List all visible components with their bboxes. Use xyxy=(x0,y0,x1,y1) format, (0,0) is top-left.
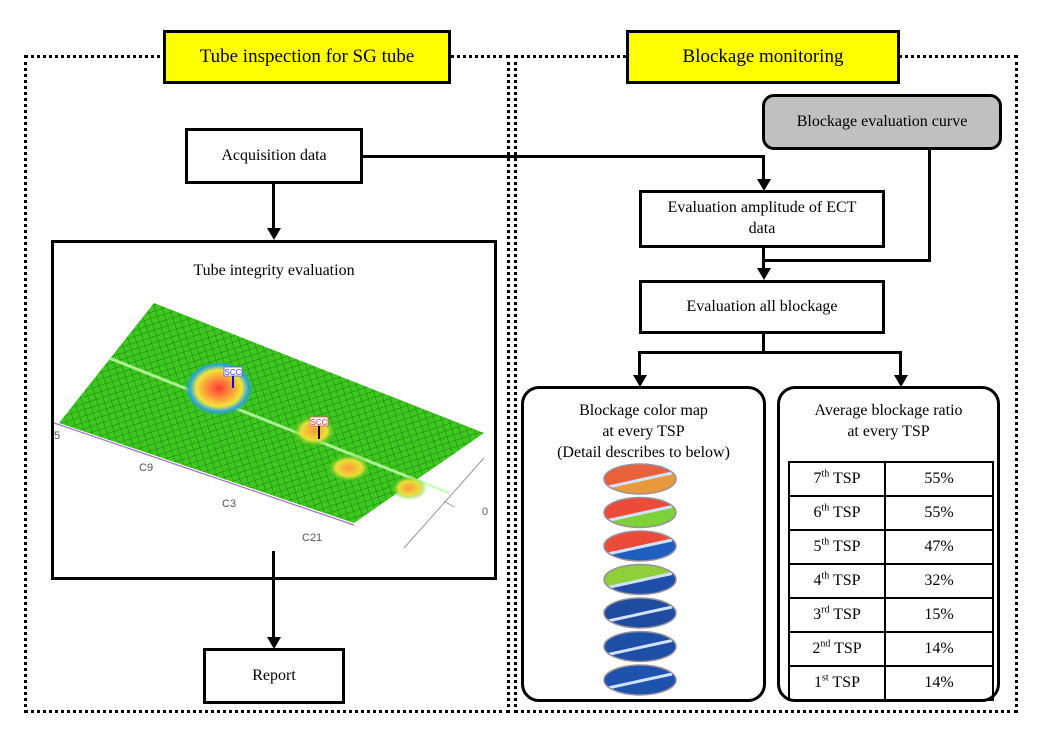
tsp-unit: TSP xyxy=(832,469,861,487)
tsp-ordinal-suffix: th xyxy=(821,536,830,548)
tsp-label: 3rd TSP xyxy=(788,597,886,633)
connector-split-horizontal xyxy=(638,351,902,354)
blockage-disc-6th xyxy=(603,496,677,529)
tsp-label: 4th TSP xyxy=(788,563,886,599)
acquisition-data-box: Acquisition data xyxy=(185,128,363,184)
ratio-table-row: 6th TSP 55% xyxy=(788,495,994,531)
tsp-ordinal-suffix: rd xyxy=(821,604,830,616)
ratio-table-row: 2nd TSP 14% xyxy=(788,631,994,667)
tsp-number: 3 xyxy=(813,605,822,623)
connector-curve-merge xyxy=(762,259,931,262)
arrow-head-icon xyxy=(757,268,771,280)
tsp-ordinal-suffix: th xyxy=(821,570,830,582)
ratio-table-row: 7th TSP 55% xyxy=(788,461,994,497)
integrity-box: Tube integrity evaluation SCC SCC 5 C9 C… xyxy=(51,240,497,580)
blockage-disc-stack xyxy=(603,463,677,696)
blockage-disc-7th xyxy=(603,463,677,495)
tsp-unit: TSP xyxy=(832,503,861,521)
connector-amplitude-all xyxy=(762,248,765,270)
connector-curve-down xyxy=(928,150,931,262)
acquisition-data-label: Acquisition data xyxy=(221,146,327,164)
color-map-title-line: (Detail describes to below) xyxy=(557,443,730,461)
blockage-disc-5th xyxy=(603,530,677,562)
color-map-title-line: at every TSP xyxy=(602,422,685,440)
defect-peak-1 xyxy=(184,363,254,419)
blockage-disc-1st xyxy=(603,664,677,696)
right-panel-title: Blockage monitoring xyxy=(626,30,900,84)
blockage-ratio-value: 55% xyxy=(884,461,994,497)
axis-label: 5 xyxy=(54,430,60,442)
yellow-bump xyxy=(327,454,371,482)
blockage-evaluation-curve-box: Blockage evaluation curve xyxy=(762,94,1002,150)
tsp-number: 1 xyxy=(814,673,823,691)
yellow-bump xyxy=(391,476,427,500)
z-axis-tick xyxy=(443,500,455,508)
blockage-ratio-value: 14% xyxy=(884,665,994,701)
color-map-title-line: Blockage color map xyxy=(579,402,708,419)
blockage-ratio-value: 14% xyxy=(884,631,994,667)
scc-marker-2-label: SCC xyxy=(311,418,328,427)
ratio-table-row: 3rd TSP 15% xyxy=(788,597,994,633)
ratio-title-line: Average blockage ratio xyxy=(814,402,963,419)
axis-label: C21 xyxy=(302,532,322,544)
scc-marker-1-label: SCC xyxy=(225,368,242,377)
ratio-table-row: 4th TSP 32% xyxy=(788,563,994,599)
ratio-title: Average blockage ratio at every TSP xyxy=(780,401,997,443)
axis-label: C9 xyxy=(139,462,153,474)
connector-split-left xyxy=(638,351,641,376)
tsp-unit: TSP xyxy=(832,571,861,589)
color-map-box: Blockage color map at every TSP (Detail … xyxy=(521,386,766,702)
report-label: Report xyxy=(252,666,296,684)
arrow-head-icon xyxy=(267,228,281,240)
connector-acq-amplitude xyxy=(363,155,765,158)
ratio-table-row: 1st TSP 14% xyxy=(788,665,994,701)
right-panel-title-text: Blockage monitoring xyxy=(682,46,844,67)
connector-acq-amplitude-down xyxy=(762,155,765,180)
amplitude-box: Evaluation amplitude of ECT data xyxy=(639,190,885,248)
blockage-ratio-value: 55% xyxy=(884,495,994,531)
tsp-label: 6th TSP xyxy=(788,495,886,531)
tsp-ordinal-suffix: st xyxy=(822,672,829,684)
report-box: Report xyxy=(203,648,345,704)
blockage-ratio-value: 32% xyxy=(884,563,994,599)
color-map-title: Blockage color map at every TSP (Detail … xyxy=(524,401,763,463)
tsp-unit: TSP xyxy=(833,605,861,623)
ratio-box: Average blockage ratio at every TSP 7th … xyxy=(777,386,1000,702)
ratio-title-line: at every TSP xyxy=(847,422,930,440)
tsp-label: 7th TSP xyxy=(788,461,886,497)
amplitude-label: Evaluation amplitude of ECT data xyxy=(667,199,857,237)
tsp-label: 5th TSP xyxy=(788,529,886,565)
tsp-unit: TSP xyxy=(832,673,860,691)
axis-label: C3 xyxy=(222,498,236,510)
integrity-3d-plot: SCC SCC 5 C9 C3 C21 0 xyxy=(54,303,488,549)
tsp-label: 2nd TSP xyxy=(788,631,886,667)
tsp-ordinal-suffix: th xyxy=(821,502,830,514)
all-blockage-label: Evaluation all blockage xyxy=(686,297,838,315)
tsp-unit: TSP xyxy=(834,639,862,657)
ratio-table: 7th TSP 55% 6th TSP 55% 5th TSP 47% 4th TSP 32%… xyxy=(788,461,994,701)
ratio-table-row: 5th TSP 47% xyxy=(788,529,994,565)
tsp-ordinal-suffix: th xyxy=(821,468,830,480)
blockage-ratio-value: 47% xyxy=(884,529,994,565)
connector-integrity-report xyxy=(272,551,275,637)
axis-label: 0 xyxy=(482,506,488,518)
blockage-disc-2nd xyxy=(603,630,677,663)
left-panel-title-text: Tube inspection for SG tube xyxy=(199,46,415,67)
tsp-label: 1st TSP xyxy=(788,665,886,701)
connector-split-right xyxy=(899,351,902,376)
blockage-disc-4th xyxy=(603,563,677,596)
left-panel-title: Tube inspection for SG tube xyxy=(163,30,451,84)
tsp-unit: TSP xyxy=(832,537,861,555)
blockage-disc-3rd xyxy=(603,597,677,629)
blockage-ratio-value: 15% xyxy=(884,597,994,633)
tsp-ordinal-suffix: nd xyxy=(820,638,831,650)
all-blockage-box: Evaluation all blockage xyxy=(639,280,885,334)
integrity-title: Tube integrity evaluation xyxy=(193,262,355,279)
connector-acq-integrity xyxy=(272,184,275,228)
blockage-evaluation-curve-label: Blockage evaluation curve xyxy=(796,112,968,130)
